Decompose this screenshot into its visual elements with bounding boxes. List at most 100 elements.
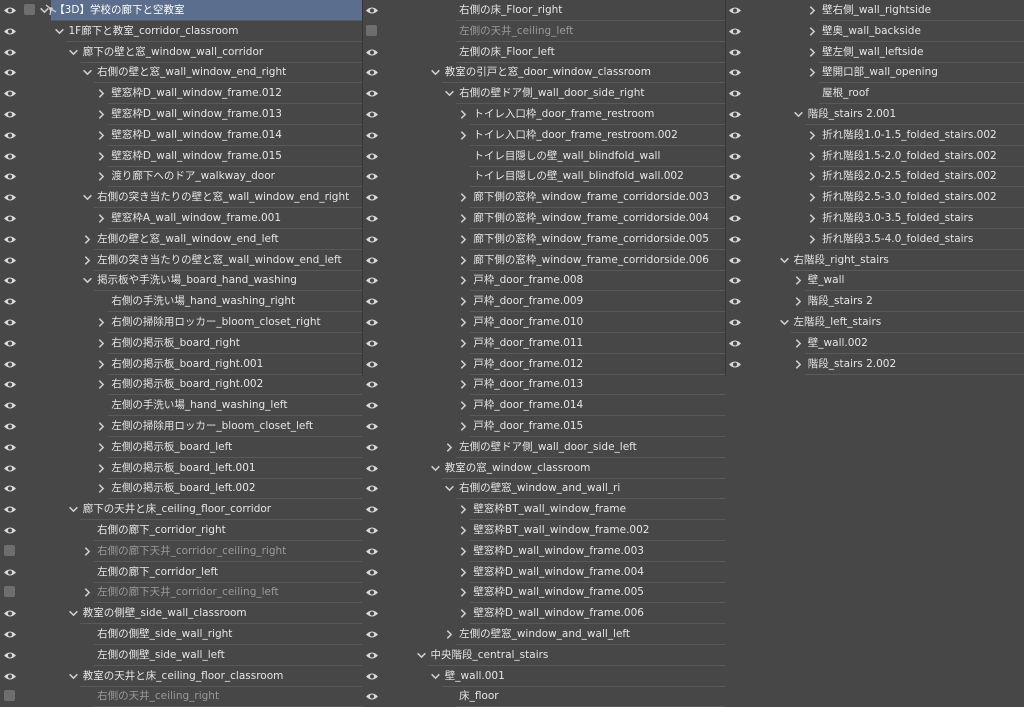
hidden-layer-box[interactable]	[4, 586, 15, 598]
eye-icon[interactable]	[3, 380, 17, 389]
eye-icon[interactable]	[365, 193, 379, 202]
layer-row[interactable]: 戸枠_door_frame.014	[362, 395, 725, 417]
chevron-down-icon[interactable]	[430, 671, 441, 682]
eye-icon[interactable]	[3, 630, 17, 639]
layer-row[interactable]: 階段_stairs 2.002	[725, 354, 1024, 375]
layer-row[interactable]: 戸枠_door_frame.008	[362, 270, 725, 292]
chevron-right-icon[interactable]	[807, 192, 818, 203]
eye-icon[interactable]	[365, 48, 379, 57]
eye-icon[interactable]	[3, 651, 17, 660]
eye-icon[interactable]	[365, 526, 379, 535]
layer-name[interactable]: 渡り廊下へのドア_walkway_door	[108, 166, 362, 188]
chevron-right-icon[interactable]	[96, 88, 107, 99]
chevron-right-icon[interactable]	[96, 109, 107, 120]
chevron-right-icon[interactable]	[793, 359, 804, 370]
chevron-right-icon[interactable]	[458, 109, 469, 120]
layer-name[interactable]: 廊下の壁と窓_window_wall_corridor	[79, 42, 362, 63]
layer-row[interactable]: 戸枠_door_frame.009	[362, 291, 725, 313]
eye-icon[interactable]	[365, 6, 379, 15]
layer-name[interactable]: 階段_stairs 2	[804, 291, 1024, 313]
layer-row[interactable]: 壁右側_wall_rightside	[725, 0, 1024, 21]
layer-row[interactable]: 左側の掲示板_board_left	[0, 437, 362, 458]
chevron-right-icon[interactable]	[96, 442, 107, 453]
eye-icon[interactable]	[3, 235, 17, 244]
eye-icon[interactable]	[365, 360, 379, 369]
eye-icon[interactable]	[365, 276, 379, 285]
layer-name[interactable]: 左側の側壁_side_wall_left	[94, 645, 362, 666]
layer-row[interactable]: 廊下の壁と窓_window_wall_corridor	[0, 42, 362, 63]
layer-row[interactable]: 廊下側の窓枠_window_frame_corridorside.003	[362, 187, 725, 209]
layer-row[interactable]: 左側の壁窓_window_and_wall_left	[362, 624, 725, 645]
layer-row[interactable]: 戸枠_door_frame.013	[362, 374, 725, 396]
layer-row[interactable]: 戸枠_door_frame.011	[362, 333, 725, 354]
eye-icon[interactable]	[365, 318, 379, 327]
layer-row[interactable]: 左側の天井_ceiling_left	[362, 21, 725, 42]
layer-name[interactable]: 教室の引戸と窓_door_window_classroom	[441, 62, 725, 84]
eye-icon[interactable]	[3, 401, 17, 410]
layer-name[interactable]: 廊下側の窓枠_window_frame_corridorside.006	[470, 250, 725, 271]
layer-row[interactable]: 折れ階段1.0-1.5_folded_stairs.002	[725, 125, 1024, 146]
layer-row[interactable]: 壁窓枠BT_wall_window_frame	[362, 499, 725, 521]
eye-icon[interactable]	[365, 588, 379, 597]
eye-icon[interactable]	[365, 422, 379, 431]
layer-row[interactable]: 壁_wall.002	[725, 333, 1024, 354]
layer-name[interactable]: 【3D】学校の廊下と空教室	[51, 0, 362, 21]
chevron-right-icon[interactable]	[458, 567, 469, 578]
layer-name[interactable]: 左側の壁窓_window_and_wall_left	[456, 624, 725, 645]
eye-icon[interactable]	[3, 68, 17, 77]
chevron-right-icon[interactable]	[793, 275, 804, 286]
layer-row[interactable]: 折れ階段2.0-2.5_folded_stairs.002	[725, 166, 1024, 188]
eye-icon[interactable]	[365, 380, 379, 389]
layer-name[interactable]: 壁窓枠BT_wall_window_frame.002	[470, 520, 725, 541]
layer-row[interactable]: 右側の掃除用ロッカー_bloom_closet_right	[0, 312, 362, 333]
chevron-right-icon[interactable]	[458, 255, 469, 266]
chevron-right-icon[interactable]	[458, 400, 469, 411]
layer-name[interactable]: 壁窓枠D_wall_window_frame.004	[470, 562, 725, 583]
layer-name[interactable]: 壁開口部_wall_opening	[819, 62, 1024, 84]
layer-name[interactable]: 折れ階段1.0-1.5_folded_stairs.002	[819, 125, 1024, 146]
layer-row[interactable]: 階段_stairs 2	[725, 291, 1024, 313]
eye-icon[interactable]	[3, 276, 17, 285]
chevron-right-icon[interactable]	[458, 608, 469, 619]
layer-row[interactable]: 折れ階段2.5-3.0_folded_stairs.002	[725, 187, 1024, 209]
layer-name[interactable]: 左側の掲示板_board_left.001	[108, 458, 362, 479]
eye-icon[interactable]	[3, 110, 17, 119]
layer-row[interactable]: 左側の掲示板_board_left.001	[0, 458, 362, 479]
layer-row[interactable]: 壁開口部_wall_opening	[725, 62, 1024, 84]
layer-name[interactable]: 壁窓枠D_wall_window_frame.005	[470, 582, 725, 604]
layer-row[interactable]: 右側の手洗い場_hand_washing_right	[0, 291, 362, 313]
layer-name[interactable]: 壁左側_wall_leftside	[819, 42, 1024, 63]
layer-name[interactable]: 左側の廊下天井_corridor_ceiling_left	[94, 582, 362, 604]
eye-icon[interactable]	[365, 172, 379, 181]
chevron-right-icon[interactable]	[96, 483, 107, 494]
layer-row[interactable]: 中央階段_central_stairs	[362, 645, 725, 666]
layer-name[interactable]: 壁窓枠D_wall_window_frame.012	[108, 83, 362, 105]
layer-name[interactable]: 廊下側の窓枠_window_frame_corridorside.004	[470, 208, 725, 229]
eye-icon[interactable]	[3, 464, 17, 473]
layer-row[interactable]: 1F廊下と教室_corridor_classroom	[0, 21, 362, 42]
layer-row[interactable]: 右階段_right_stairs	[725, 250, 1024, 271]
chevron-down-icon[interactable]	[779, 317, 790, 328]
chevron-right-icon[interactable]	[82, 587, 93, 598]
layer-toggle-icon[interactable]	[24, 4, 35, 15]
chevron-right-icon[interactable]	[458, 359, 469, 370]
layer-row[interactable]: トイレ目隠しの壁_wall_blindfold_wall.002	[362, 166, 725, 188]
chevron-right-icon[interactable]	[96, 317, 107, 328]
eye-icon[interactable]	[365, 297, 379, 306]
chevron-right-icon[interactable]	[82, 546, 93, 557]
layer-name[interactable]: 廊下側の窓枠_window_frame_corridorside.003	[470, 187, 725, 209]
eye-icon[interactable]	[365, 235, 379, 244]
eye-icon[interactable]	[3, 172, 17, 181]
layer-row[interactable]: 廊下側の窓枠_window_frame_corridorside.004	[362, 208, 725, 229]
eye-icon[interactable]	[3, 27, 17, 36]
layer-name[interactable]: 戸枠_door_frame.008	[470, 270, 725, 292]
layer-row[interactable]: トイレ入口枠_door_frame_restroom.002	[362, 125, 725, 146]
eye-icon[interactable]	[3, 422, 17, 431]
layer-row[interactable]: 左側の掃除用ロッカー_bloom_closet_left	[0, 416, 362, 437]
layer-name[interactable]: 右側の掲示板_board_right.001	[108, 354, 362, 375]
chevron-right-icon[interactable]	[807, 234, 818, 245]
eye-icon[interactable]	[728, 339, 742, 348]
layer-name[interactable]: 左側の壁ドア側_wall_door_side_left	[456, 437, 725, 458]
eye-icon[interactable]	[365, 630, 379, 639]
chevron-right-icon[interactable]	[807, 67, 818, 78]
